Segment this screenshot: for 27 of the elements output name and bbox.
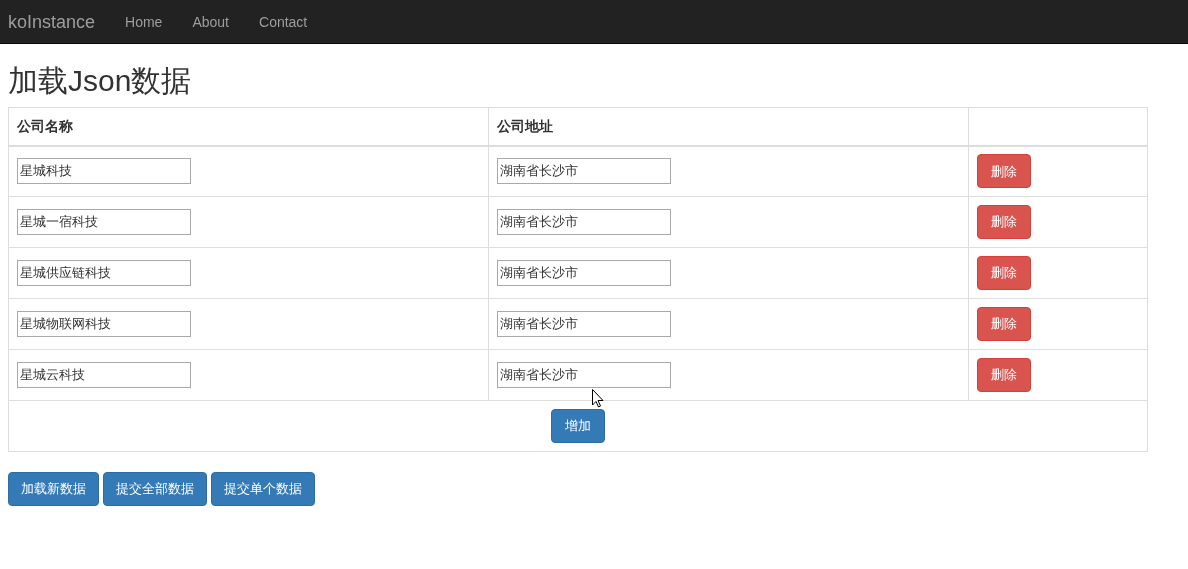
company-name-field[interactable]: 星城云科技 bbox=[17, 362, 191, 388]
column-header: 公司地址 bbox=[488, 107, 969, 146]
delete-button[interactable]: 删除 bbox=[977, 205, 1031, 239]
action-button[interactable]: 提交全部数据 bbox=[103, 472, 207, 506]
company-address-field[interactable]: 湖南省长沙市 bbox=[497, 311, 671, 337]
nav-link[interactable]: About bbox=[177, 11, 244, 32]
brand-link[interactable]: koInstance bbox=[8, 11, 96, 32]
company-address-field[interactable]: 湖南省长沙市 bbox=[497, 362, 671, 388]
nav-link[interactable]: Contact bbox=[244, 11, 323, 32]
company-address-field[interactable]: 湖南省长沙市 bbox=[497, 260, 671, 286]
company-name-field[interactable]: 星城科技 bbox=[17, 158, 191, 185]
delete-button[interactable]: 删除 bbox=[977, 307, 1031, 341]
page-title: 加载Json数据 bbox=[8, 64, 193, 97]
cursor-icon bbox=[592, 389, 604, 408]
delete-button[interactable]: 删除 bbox=[977, 358, 1031, 392]
delete-button[interactable]: 删除 bbox=[977, 154, 1031, 189]
delete-button[interactable]: 删除 bbox=[977, 256, 1031, 290]
action-button[interactable]: 加载新数据 bbox=[8, 472, 99, 506]
company-address-field[interactable]: 湖南省长沙市 bbox=[497, 209, 671, 235]
action-button[interactable]: 提交单个数据 bbox=[211, 472, 315, 506]
company-address-field[interactable]: 湖南省长沙市 bbox=[497, 158, 671, 185]
nav-link[interactable]: Home bbox=[110, 11, 178, 32]
column-header: 公司名称 bbox=[8, 107, 489, 146]
company-name-field[interactable]: 星城供应链科技 bbox=[17, 260, 191, 286]
add-button[interactable]: 增加 bbox=[551, 409, 605, 443]
company-name-field[interactable]: 星城物联网科技 bbox=[17, 311, 191, 337]
company-name-field[interactable]: 星城一宿科技 bbox=[17, 209, 191, 235]
